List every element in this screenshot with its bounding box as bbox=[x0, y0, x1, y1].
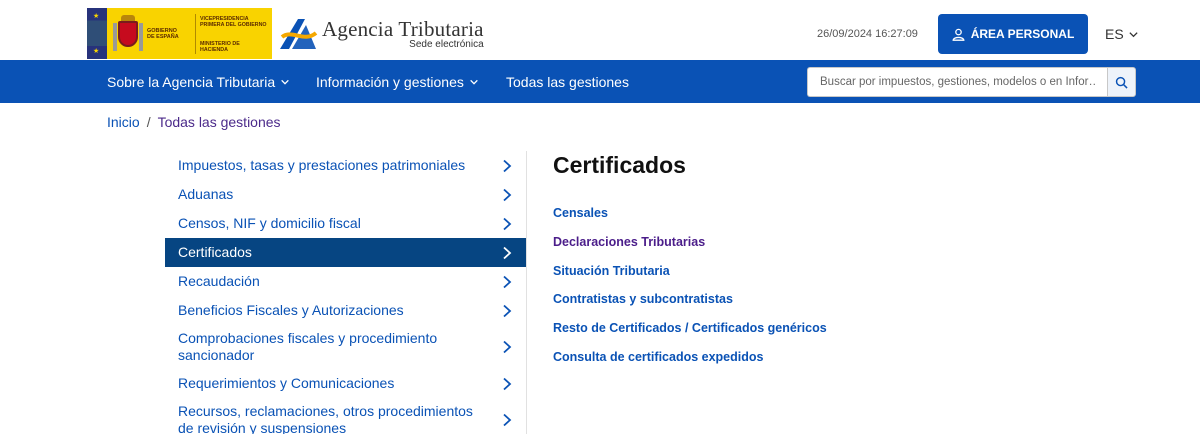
top-header: ★ ★ GOBIERNO DE ESPAÑA VICEPRESIDENCIA P… bbox=[0, 0, 1200, 60]
sidebar-item-recaudacion[interactable]: Recaudación bbox=[165, 267, 526, 296]
language-selector[interactable]: ES bbox=[1105, 26, 1139, 42]
nav-item-todas-las-gestiones[interactable]: Todas las gestiones bbox=[506, 60, 629, 103]
chevron-down-icon bbox=[470, 79, 478, 85]
gov-logo-vice-text: VICEPRESIDENCIA PRIMERA DEL GOBIERNO bbox=[200, 16, 267, 28]
certificados-links-list: Censales Declaraciones Tributarias Situa… bbox=[553, 205, 827, 378]
chevron-right-icon bbox=[503, 159, 512, 172]
breadcrumb-separator: / bbox=[146, 114, 151, 130]
agency-title: Agencia Tributaria bbox=[322, 17, 484, 41]
sidebar-item-label: Beneficios Fiscales y Autorizaciones bbox=[178, 302, 404, 318]
link-resto-de-certificados[interactable]: Resto de Certificados / Certificados gen… bbox=[553, 320, 827, 349]
link-declaraciones-tributarias[interactable]: Declaraciones Tributarias bbox=[553, 234, 827, 263]
sidebar-item-certificados[interactable]: Certificados bbox=[165, 238, 526, 267]
sidebar-menu: Impuestos, tasas y prestaciones patrimon… bbox=[165, 151, 526, 434]
chevron-right-icon bbox=[503, 275, 512, 288]
sidebar-item-censos[interactable]: Censos, NIF y domicilio fiscal bbox=[165, 209, 526, 238]
chevron-right-icon bbox=[503, 377, 512, 390]
coat-of-arms-icon bbox=[113, 14, 143, 53]
agency-subtitle: Sede electrónica bbox=[409, 39, 484, 50]
user-icon bbox=[952, 28, 965, 41]
sidebar-item-label: Censos, NIF y domicilio fiscal bbox=[178, 215, 361, 231]
language-label: ES bbox=[1105, 26, 1124, 42]
search-input[interactable] bbox=[807, 67, 1107, 97]
chevron-right-icon bbox=[503, 304, 512, 317]
search-icon bbox=[1115, 76, 1128, 89]
sidebar-item-comprobaciones[interactable]: Comprobaciones fiscales y procedimiento … bbox=[165, 325, 526, 369]
nav-item-label: Información y gestiones bbox=[316, 73, 464, 90]
nav-item-label: Todas las gestiones bbox=[506, 73, 629, 90]
agencia-tributaria-logo[interactable]: Agencia Tributaria Sede electrónica bbox=[278, 14, 484, 54]
breadcrumb: Inicio / Todas las gestiones bbox=[107, 114, 281, 130]
sidebar-item-recursos[interactable]: Recursos, reclamaciones, otros procedimi… bbox=[165, 398, 526, 434]
sidebar-item-label: Impuestos, tasas y prestaciones patrimon… bbox=[178, 157, 466, 173]
agencia-tributaria-mark-icon bbox=[280, 19, 318, 49]
chevron-right-icon bbox=[503, 188, 512, 201]
chevron-down-icon bbox=[1129, 31, 1138, 37]
area-personal-button[interactable]: ÁREA PERSONAL bbox=[938, 14, 1088, 54]
sidebar-item-label: Comprobaciones fiscales y procedimiento … bbox=[178, 330, 438, 363]
sidebar-item-requerimientos[interactable]: Requerimientos y Comunicaciones bbox=[165, 369, 526, 398]
sidebar-item-impuestos[interactable]: Impuestos, tasas y prestaciones patrimon… bbox=[165, 151, 526, 180]
chevron-right-icon bbox=[503, 246, 512, 259]
sidebar-item-label: Requerimientos y Comunicaciones bbox=[178, 375, 395, 391]
search-button[interactable] bbox=[1107, 67, 1136, 97]
link-situacion-tributaria[interactable]: Situación Tributaria bbox=[553, 263, 827, 292]
chevron-down-icon bbox=[281, 79, 289, 85]
page-title: Certificados bbox=[553, 152, 686, 178]
gov-logo-text: GOBIERNO DE ESPAÑA bbox=[147, 27, 179, 40]
gobierno-de-espana-logo[interactable]: ★ ★ GOBIERNO DE ESPAÑA VICEPRESIDENCIA P… bbox=[87, 8, 272, 59]
chevron-right-icon bbox=[503, 413, 512, 427]
eu-flag-icon: ★ ★ bbox=[87, 8, 107, 59]
nav-item-sobre-la-agencia[interactable]: Sobre la Agencia Tributaria bbox=[107, 60, 290, 103]
gov-logo-ministry-text: MINISTERIO DE HACIENDA bbox=[200, 41, 240, 53]
sidebar-item-label: Recaudación bbox=[178, 273, 260, 289]
gov-logo-divider bbox=[195, 14, 196, 54]
search-bar bbox=[807, 67, 1136, 97]
breadcrumb-home-link[interactable]: Inicio bbox=[107, 114, 140, 130]
nav-item-label: Sobre la Agencia Tributaria bbox=[107, 73, 276, 90]
link-contratistas[interactable]: Contratistas y subcontratistas bbox=[553, 291, 827, 320]
link-censales[interactable]: Censales bbox=[553, 205, 827, 234]
link-consulta-certificados-expedidos[interactable]: Consulta de certificados expedidos bbox=[553, 349, 827, 378]
nav-item-informacion-y-gestiones[interactable]: Información y gestiones bbox=[316, 60, 479, 103]
current-datetime: 26/09/2024 16:27:09 bbox=[817, 28, 918, 40]
content-divider bbox=[526, 151, 527, 434]
area-personal-label: ÁREA PERSONAL bbox=[970, 27, 1075, 41]
breadcrumb-current[interactable]: Todas las gestiones bbox=[158, 114, 281, 130]
sidebar-item-label: Certificados bbox=[178, 244, 252, 260]
chevron-right-icon bbox=[503, 217, 512, 230]
sidebar-item-label: Aduanas bbox=[178, 186, 234, 202]
chevron-right-icon bbox=[503, 340, 512, 354]
sidebar-item-beneficios-fiscales[interactable]: Beneficios Fiscales y Autorizaciones bbox=[165, 296, 526, 325]
sidebar-item-aduanas[interactable]: Aduanas bbox=[165, 180, 526, 209]
sidebar-item-label: Recursos, reclamaciones, otros procedimi… bbox=[178, 403, 473, 434]
